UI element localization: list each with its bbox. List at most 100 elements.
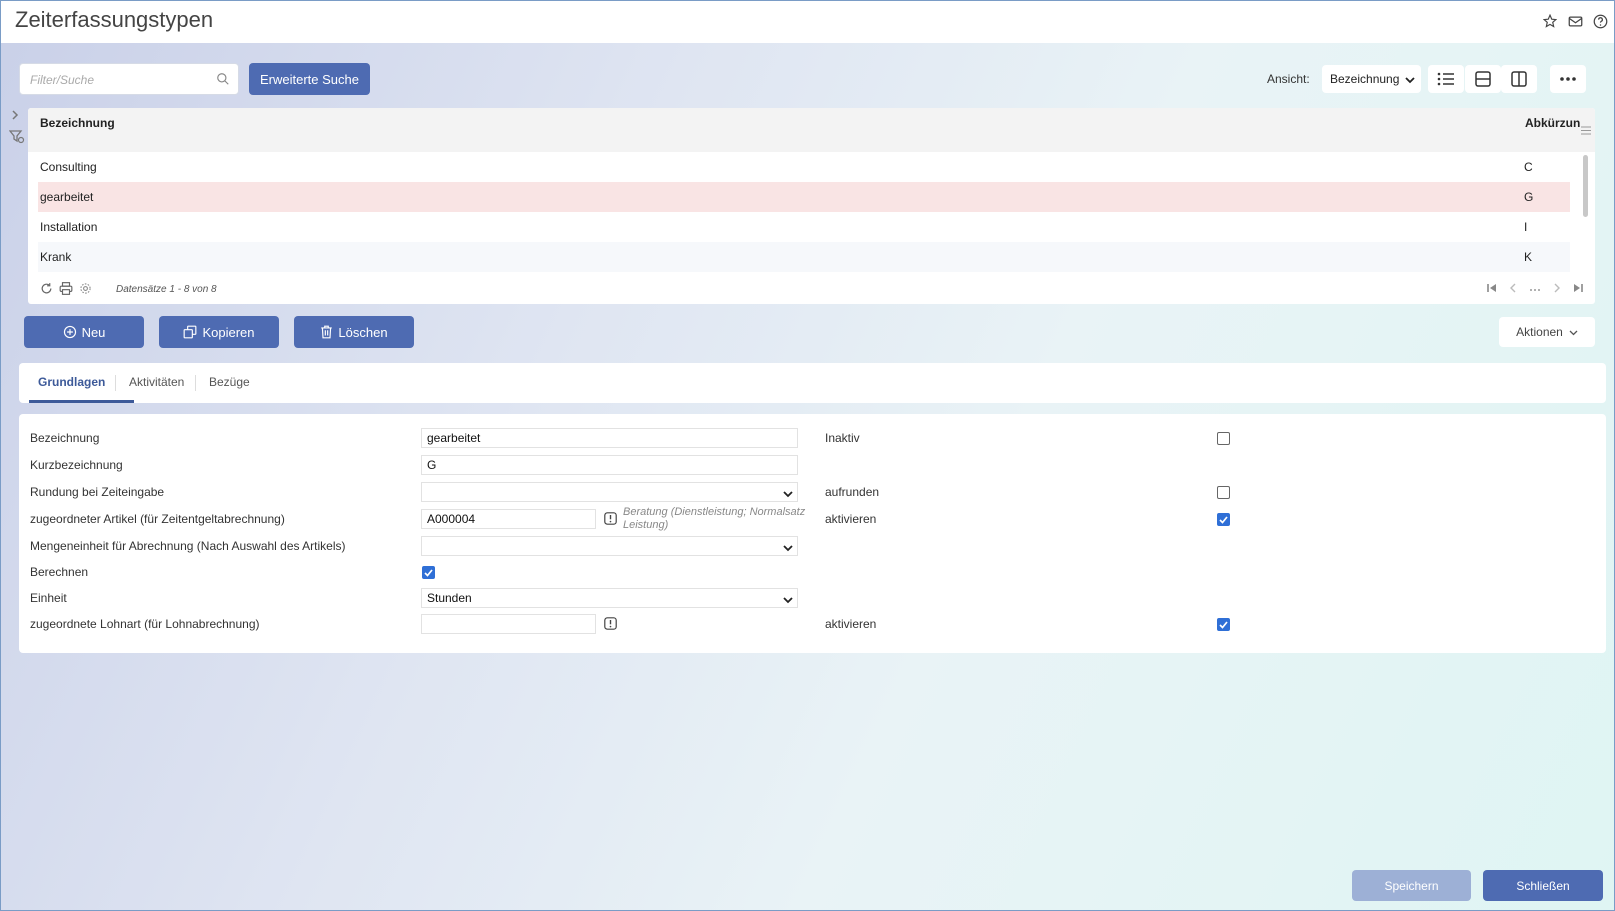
view-label: Ansicht: <box>1267 72 1310 86</box>
star-icon[interactable] <box>1542 13 1558 29</box>
chevron-down-icon <box>1569 325 1578 339</box>
artikel-aktivieren-label: aktivieren <box>825 512 877 526</box>
berechnen-checkbox[interactable] <box>422 566 435 579</box>
rundung-select[interactable] <box>421 482 798 502</box>
grid-header: Bezeichnung Abkürzun <box>28 108 1595 152</box>
kurzbezeichnung-value: G <box>427 458 437 472</box>
close-button[interactable]: Schließen <box>1483 870 1603 901</box>
records-count: Datensätze 1 - 8 von 8 <box>116 284 217 295</box>
split-horizontal-icon <box>1475 71 1491 87</box>
tab-divider <box>195 375 196 391</box>
copy-button-label: Kopieren <box>202 324 255 340</box>
einheit-select[interactable]: Stunden <box>421 588 798 608</box>
page-title: Zeiterfassungstypen <box>15 7 214 32</box>
artikel-hint: Beratung (Dienstleistung; Normalsatz Lei… <box>623 506 806 531</box>
search-icon[interactable] <box>216 72 230 89</box>
grid-footer: Datensätze 1 - 8 von 8 <box>28 278 1595 302</box>
einheit-label: Einheit <box>30 591 67 605</box>
view-select[interactable]: Bezeichnung <box>1322 65 1421 93</box>
list-view-button[interactable] <box>1428 65 1464 93</box>
artikel-label: zugeordneter Artikel (für Zeitentgeltabr… <box>30 512 285 526</box>
mengeneinheit-label: Mengeneinheit für Abrechnung (Nach Auswa… <box>30 539 346 553</box>
berechnen-label: Berechnen <box>30 565 89 579</box>
cell-bezeichnung: Installation <box>40 220 98 234</box>
last-page-icon[interactable] <box>1573 283 1583 296</box>
inaktiv-checkbox[interactable] <box>1217 432 1230 445</box>
active-tab-indicator <box>29 400 134 403</box>
tab-grundlagen[interactable]: Grundlagen <box>38 375 105 389</box>
aufrunden-label: aufrunden <box>825 485 880 499</box>
gear-icon[interactable] <box>79 282 92 298</box>
filter-settings-icon[interactable] <box>8 130 25 147</box>
lohnart-aktivieren-checkbox[interactable] <box>1217 618 1230 631</box>
cell-bezeichnung: Consulting <box>40 160 97 174</box>
page-ellipsis-icon <box>1529 283 1541 296</box>
lohnart-label: zugeordnete Lohnart (für Lohnabrechnung) <box>30 617 260 631</box>
advanced-search-button[interactable]: Erweiterte Suche <box>249 63 370 95</box>
table-row-selected[interactable]: gearbeitet G <box>38 182 1570 212</box>
records-grid: Bezeichnung Abkürzun Consulting C gearbe… <box>28 108 1595 304</box>
chevron-down-icon <box>783 542 793 556</box>
delete-button-label: Löschen <box>338 324 388 340</box>
inaktiv-label: Inaktiv <box>825 431 860 445</box>
column-menu-icon[interactable] <box>1581 124 1591 138</box>
split-vertical-icon <box>1511 71 1527 87</box>
chevron-down-icon <box>783 488 793 502</box>
title-bar: Zeiterfassungstypen <box>1 1 1614 43</box>
split-horizontal-button[interactable] <box>1465 65 1501 93</box>
first-page-icon[interactable] <box>1487 283 1497 296</box>
cell-abkuerzung: K <box>1524 250 1533 264</box>
help-icon[interactable] <box>1592 13 1608 29</box>
warning-icon[interactable] <box>604 512 617 525</box>
chevron-down-icon <box>783 594 793 608</box>
cell-abkuerzung: I <box>1524 220 1528 234</box>
next-page-icon[interactable] <box>1553 283 1561 296</box>
plus-circle-icon <box>63 325 76 339</box>
column-header-bezeichnung[interactable]: Bezeichnung <box>40 116 115 130</box>
cell-bezeichnung: Krank <box>40 250 72 264</box>
prev-page-icon[interactable] <box>1509 283 1517 296</box>
copy-button[interactable]: Kopieren <box>159 316 279 348</box>
actions-dropdown-label: Aktionen <box>1516 325 1563 339</box>
new-button[interactable]: Neu <box>24 316 144 348</box>
lohnart-input[interactable] <box>421 614 596 634</box>
table-row[interactable]: Consulting C <box>38 152 1570 182</box>
artikel-aktivieren-checkbox[interactable] <box>1217 513 1230 526</box>
more-dots-icon <box>1560 77 1576 81</box>
search-input[interactable] <box>30 71 210 89</box>
cell-abkuerzung: C <box>1524 160 1533 174</box>
rundung-label: Rundung bei Zeiteingabe <box>30 485 165 499</box>
artikel-input[interactable]: A000004 <box>421 509 596 529</box>
refresh-icon[interactable] <box>40 282 53 298</box>
bezeichnung-input[interactable]: gearbeitet <box>421 428 798 448</box>
mengeneinheit-select[interactable] <box>421 536 798 556</box>
print-icon[interactable] <box>59 282 73 298</box>
detail-tabs: Grundlagen Aktivitäten Bezüge <box>19 363 1606 403</box>
expand-chevron-icon[interactable] <box>9 109 25 124</box>
tab-bezuege[interactable]: Bezüge <box>209 375 250 389</box>
new-button-label: Neu <box>81 324 106 340</box>
grid-scrollbar[interactable] <box>1583 155 1588 217</box>
chevron-down-icon <box>1405 74 1415 88</box>
view-select-value: Bezeichnung <box>1330 72 1400 86</box>
more-options-button[interactable] <box>1550 65 1586 93</box>
warning-icon[interactable] <box>604 617 617 630</box>
detail-form: Bezeichnung gearbeitet Kurzbezeichnung G… <box>19 414 1606 653</box>
table-row[interactable]: Krank K <box>38 242 1570 272</box>
bezeichnung-value: gearbeitet <box>427 431 481 445</box>
column-header-abkuerzung[interactable]: Abkürzun <box>1525 116 1580 130</box>
tab-aktivitaeten[interactable]: Aktivitäten <box>129 375 184 389</box>
kurzbezeichnung-input[interactable]: G <box>421 455 798 475</box>
search-box[interactable] <box>19 63 239 95</box>
save-button[interactable]: Speichern <box>1352 870 1471 901</box>
delete-button[interactable]: Löschen <box>294 316 414 348</box>
actions-dropdown[interactable]: Aktionen <box>1499 317 1595 347</box>
table-row[interactable]: Installation I <box>38 212 1570 242</box>
bezeichnung-label: Bezeichnung <box>30 431 100 445</box>
tab-divider <box>115 375 116 391</box>
kurzbezeichnung-label: Kurzbezeichnung <box>30 458 123 472</box>
cell-bezeichnung: gearbeitet <box>40 190 94 204</box>
mail-icon[interactable] <box>1567 13 1583 29</box>
aufrunden-checkbox[interactable] <box>1217 486 1230 499</box>
split-vertical-button[interactable] <box>1501 65 1537 93</box>
